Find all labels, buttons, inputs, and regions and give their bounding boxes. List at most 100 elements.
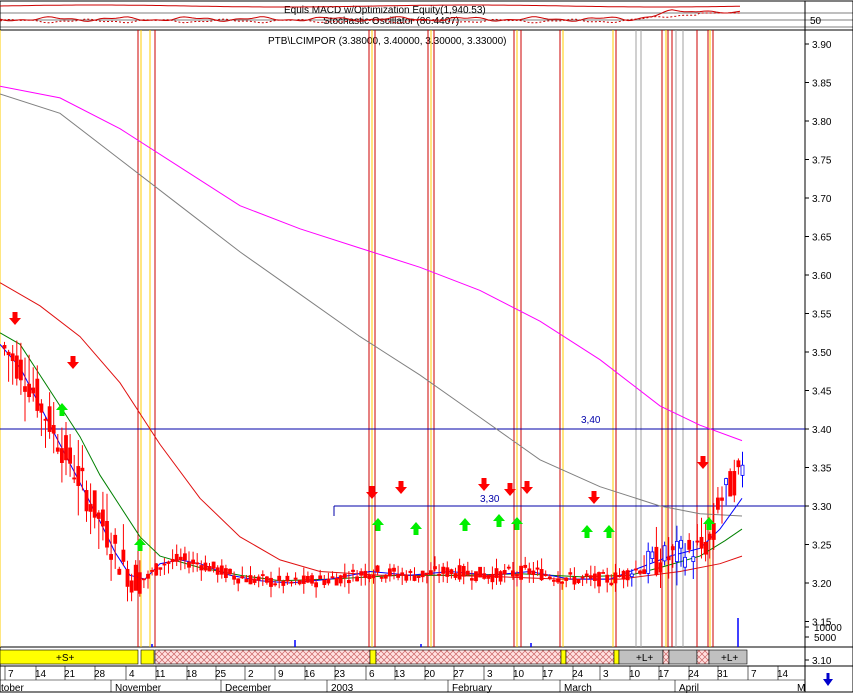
x-day-label: 10 — [629, 669, 641, 680]
candle-body — [613, 572, 618, 584]
candle-body — [84, 490, 89, 512]
candle-body — [474, 571, 478, 582]
candle-body — [543, 574, 548, 577]
candle-body — [564, 577, 569, 581]
candle-body — [72, 477, 77, 480]
candle-body — [441, 566, 446, 574]
candle-body — [273, 583, 278, 586]
x-day-label: 6 — [369, 669, 375, 680]
candle-body — [629, 573, 634, 578]
candle-body — [170, 558, 175, 563]
candle-body — [293, 577, 298, 580]
position-short-segment — [613, 649, 620, 665]
candle-body — [6, 351, 11, 356]
candle-body — [457, 565, 462, 580]
x-day-label: 20 — [424, 669, 436, 680]
candle-body — [453, 573, 458, 578]
candle-body — [527, 568, 532, 575]
x-month-label: November — [115, 683, 162, 693]
candle-body — [367, 574, 372, 579]
candle-body — [199, 565, 204, 571]
candle-body — [502, 570, 507, 575]
candle-body — [88, 504, 93, 512]
x-month-label: April — [679, 683, 699, 693]
candle-body — [18, 359, 23, 381]
candle-body — [556, 578, 560, 583]
position-short-segment — [140, 649, 155, 665]
candle-body — [707, 533, 712, 540]
candle-body — [535, 567, 540, 570]
candle-body — [92, 490, 97, 518]
candle-body — [601, 572, 605, 574]
candle-body — [486, 574, 491, 579]
x-day-label: 10 — [513, 669, 525, 680]
candle-body — [68, 447, 72, 464]
candle-body — [351, 569, 355, 572]
candle-body — [634, 568, 638, 571]
candle-body — [670, 546, 675, 551]
candle-body — [703, 541, 708, 555]
candle-body — [658, 562, 663, 573]
x-day-label: 14 — [35, 669, 47, 680]
y-tick-label: 3.65 — [812, 233, 832, 244]
volume-tick-label: 5000 — [814, 633, 837, 644]
candle-body — [498, 571, 503, 582]
position-long-segment — [668, 649, 698, 665]
candle-body — [461, 566, 466, 577]
candle-body — [593, 573, 597, 581]
candle-body — [228, 568, 232, 575]
candle-body — [297, 580, 302, 585]
candle-body — [346, 580, 351, 584]
x-day-label: 3 — [487, 669, 493, 680]
x-month-label: December — [225, 683, 272, 693]
candle-body — [314, 582, 319, 588]
x-day-label: 24 — [688, 669, 700, 680]
candle-body — [285, 575, 290, 582]
x-day-label: 23 — [334, 669, 346, 680]
candle-body — [552, 579, 556, 582]
candle-body — [215, 567, 220, 575]
position-neutral-segment — [154, 649, 371, 665]
x-day-label: 7 — [8, 669, 14, 680]
candle-body — [125, 568, 130, 587]
y-tick-label: 3.40 — [812, 425, 832, 436]
x-month-label: February — [452, 683, 492, 693]
candle-body — [547, 576, 552, 579]
x-day-label: 18 — [186, 669, 198, 680]
candle-body — [625, 570, 630, 581]
candle-body — [675, 541, 679, 562]
y-tick-label: 3.75 — [812, 156, 832, 167]
x-day-label: 17 — [658, 669, 670, 680]
candle-body — [605, 574, 610, 583]
candle-body — [416, 575, 421, 579]
candle-body — [2, 345, 7, 349]
candle-body — [396, 574, 401, 578]
candle-body — [363, 570, 368, 578]
x-day-label: 3 — [603, 669, 609, 680]
x-day-label: 17 — [542, 669, 554, 680]
candle-body — [281, 580, 286, 586]
candle-body — [584, 573, 589, 577]
candle-body — [490, 573, 495, 583]
candle-body — [687, 539, 692, 550]
candle-body — [141, 578, 146, 581]
candle-body — [449, 569, 454, 575]
candle-body — [597, 572, 601, 587]
x-month-label: tober — [1, 683, 24, 693]
candle-body — [101, 509, 105, 527]
candle-body — [523, 564, 528, 568]
candle-body — [662, 545, 667, 562]
candle-body — [424, 572, 429, 576]
candle-body — [60, 448, 64, 463]
y-tick-label: 3.50 — [812, 348, 832, 359]
candle-body — [642, 569, 646, 575]
candle-body — [43, 418, 48, 421]
candle-body — [572, 576, 577, 585]
candle-body — [10, 353, 15, 362]
candle-body — [683, 556, 687, 568]
position-neutral-segment — [565, 649, 615, 665]
candle-body — [277, 575, 282, 581]
candle-body — [318, 575, 323, 580]
candle-body — [568, 572, 573, 575]
candle-body — [531, 570, 536, 576]
